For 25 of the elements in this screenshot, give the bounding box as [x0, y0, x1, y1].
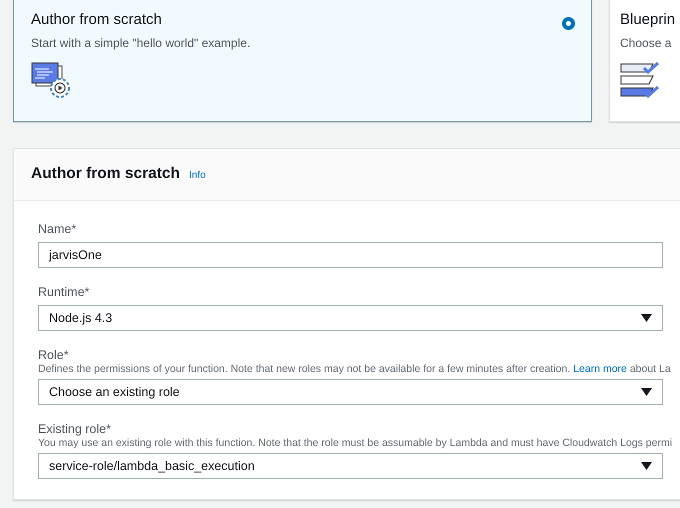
- select-dropdown[interactable]: Node.js 4.3: [38, 305, 663, 331]
- option-title: Blueprin: [620, 11, 676, 28]
- field-label: Runtime*: [38, 285, 90, 299]
- option-description: Start with a simple "hello world" example.: [31, 36, 250, 50]
- radio-button[interactable]: [562, 17, 575, 30]
- field-label: Existing role*: [38, 422, 112, 436]
- field-label: Role*: [38, 348, 70, 362]
- dropdown-caret-icon: [641, 462, 652, 470]
- help-text: Defines the permissions of your function. Note that new roles may not be available for a few minutes after creation. Learn more about La: [38, 363, 672, 375]
- info-link[interactable]: Info: [189, 170, 206, 181]
- learn-more-link[interactable]: Learn more: [573, 363, 627, 375]
- field-label: Name*: [38, 222, 78, 236]
- checklist-icon: [620, 62, 662, 100]
- option-description: Choose a: [620, 36, 672, 50]
- select-dropdown[interactable]: service-role/lambda_basic_execution: [38, 453, 663, 479]
- option-card[interactable]: Blueprin Choose a: [609, 0, 680, 122]
- option-title: Author from scratch: [31, 11, 162, 28]
- panel-title: Author from scratch: [31, 165, 180, 183]
- dropdown-caret-icon: [641, 388, 652, 396]
- help-text: You may use an existing role with this function. Note that the role must be assumable by Lambda and must have Cloudwatch Logs permi: [38, 437, 674, 449]
- dropdown-caret-icon: [641, 314, 652, 322]
- name-input-field[interactable]: jarvisOne: [38, 242, 663, 268]
- select-dropdown[interactable]: Choose an existing role: [38, 379, 663, 405]
- code-window-gear-icon: [31, 62, 73, 100]
- option-card[interactable]: Author from scratch Start with a simple "hello world" example.: [13, 0, 592, 122]
